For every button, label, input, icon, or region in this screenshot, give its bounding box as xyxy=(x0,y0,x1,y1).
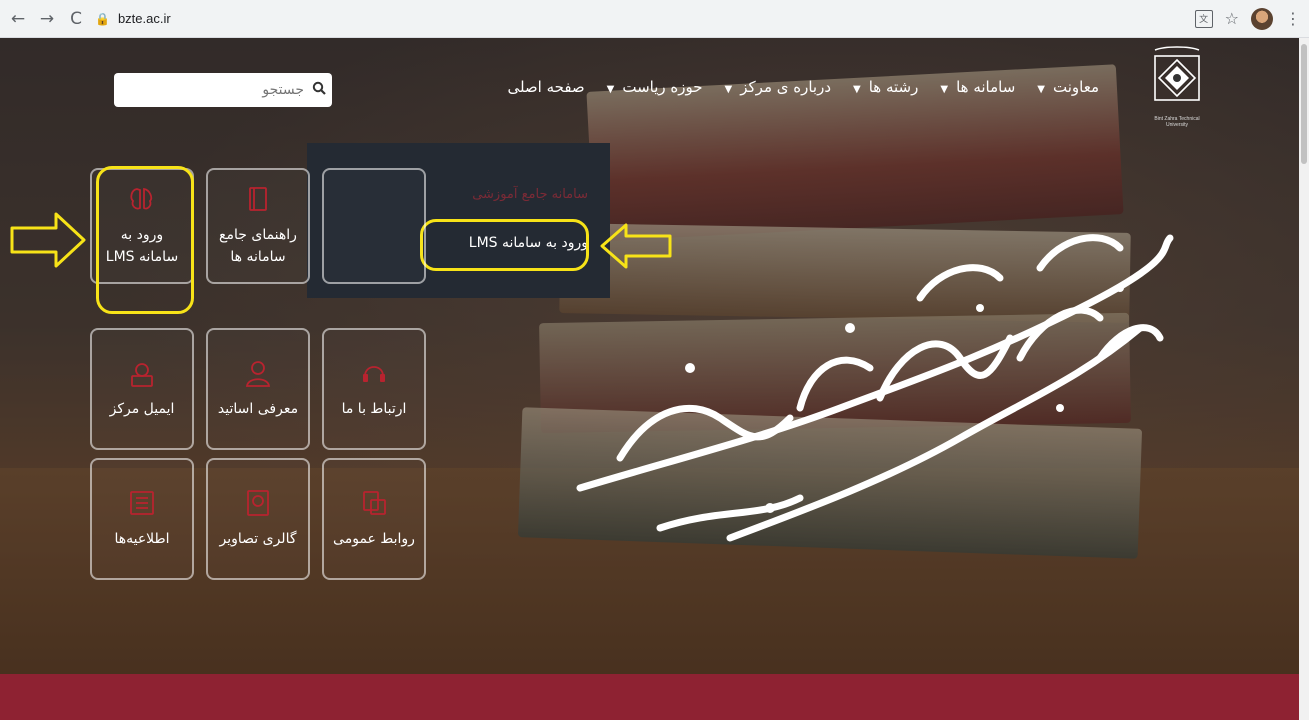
lms-tile-highlight xyxy=(96,166,194,314)
footer-band xyxy=(0,674,1299,720)
document-icon xyxy=(363,491,386,515)
book-icon xyxy=(249,187,267,211)
tile-gallery[interactable]: گالری تصاویر xyxy=(206,458,310,580)
chevron-down-icon: ▼ xyxy=(1037,84,1045,95)
tile-systems-guide[interactable]: راهنمای جامع سامانه ها xyxy=(206,168,310,284)
tile-label-line1: گالری تصاویر xyxy=(219,531,297,547)
url-text: bzte.ac.ir xyxy=(117,11,171,26)
tile-label-line1: ارتباط با ما xyxy=(341,401,407,417)
logo-caption: Bint Zahra Technical University xyxy=(1154,116,1199,128)
tile-label-line1: راهنمای جامع xyxy=(219,227,297,243)
tile-contact-us[interactable]: ارتباط با ما xyxy=(322,328,426,450)
tile-faculty[interactable]: معرفی اساتید xyxy=(206,328,310,450)
address-bar[interactable]: 🔒 bzte.ac.ir xyxy=(95,6,171,32)
page-scrollbar[interactable] xyxy=(1299,38,1309,720)
profile-avatar[interactable] xyxy=(1251,7,1273,30)
search-icon[interactable] xyxy=(306,81,332,99)
image-icon xyxy=(247,490,269,516)
nav-majors[interactable]: رشته ها ▼ xyxy=(853,78,918,96)
chevron-down-icon: ▼ xyxy=(724,84,733,95)
tile-label: راهنمای جامع سامانه ها xyxy=(219,224,297,268)
reload-icon[interactable]: C xyxy=(65,8,87,30)
tile-label-line1: معرفی اساتید xyxy=(217,401,299,417)
nav-deputy[interactable]: معاونت ▼ xyxy=(1037,78,1099,96)
logo-caption-line2: University xyxy=(1166,122,1188,128)
arrow-left-icon xyxy=(600,223,672,269)
lms-link-highlight xyxy=(420,219,589,271)
nav-presidency-label: حوزه ریاست xyxy=(622,78,703,96)
bookmark-star-icon[interactable]: ☆ xyxy=(1225,9,1239,28)
tile-public-relations[interactable]: روابط عمومی xyxy=(322,458,426,580)
nav-home-label: صفحه اصلی xyxy=(507,78,585,96)
chevron-down-icon: ▼ xyxy=(853,84,861,95)
tile-hidden[interactable] xyxy=(322,168,426,284)
nav-about-label: درباره ی مرکز xyxy=(740,78,832,96)
list-icon xyxy=(130,491,154,515)
tile-label-line1: اطلاعیه‌ها xyxy=(114,531,170,547)
search-input[interactable] xyxy=(142,75,306,105)
university-logo[interactable]: Bint Zahra Technical University xyxy=(1148,44,1206,144)
toolbar-right: 文 ☆ ⋮ xyxy=(1194,0,1301,37)
tile-label: اطلاعیه‌ها xyxy=(114,528,169,550)
tile-label-line1: ایمیل مرکز xyxy=(109,401,175,417)
page-viewport: Bint Zahra Technical University صفحه اصل… xyxy=(0,38,1299,720)
search-box xyxy=(114,73,332,107)
translate-icon[interactable]: 文 xyxy=(1194,9,1213,28)
nav-about[interactable]: درباره ی مرکز ▼ xyxy=(725,78,831,96)
nav-deputy-label: معاونت xyxy=(1053,78,1099,96)
chevron-down-icon: ▼ xyxy=(940,84,949,95)
chevron-down-icon: ▼ xyxy=(606,84,615,95)
nav-presidency[interactable]: حوزه ریاست ▼ xyxy=(607,78,703,96)
user-icon xyxy=(245,361,271,387)
main-nav: صفحه اصلی حوزه ریاست ▼ درباره ی مرکز ▼ رشت… xyxy=(507,78,1099,96)
nav-systems-label: سامانه ها xyxy=(956,78,1016,96)
tile-center-email[interactable]: ایمیل مرکز xyxy=(90,328,194,450)
tile-label: گالری تصاویر xyxy=(219,528,296,550)
tile-label-line2: سامانه ها xyxy=(230,249,286,265)
email-icon xyxy=(131,363,153,387)
nav-home[interactable]: صفحه اصلی xyxy=(507,78,584,96)
nav-majors-label: رشته ها xyxy=(868,78,919,96)
forward-icon[interactable]: → xyxy=(36,8,58,30)
tile-label: ارتباط با ما xyxy=(342,398,407,420)
scrollbar-thumb[interactable] xyxy=(1301,44,1307,164)
tile-label: روابط عمومی xyxy=(333,528,415,550)
nav-systems[interactable]: سامانه ها ▼ xyxy=(940,78,1015,96)
tile-announcements[interactable]: اطلاعیه‌ها xyxy=(90,458,194,580)
dropdown-heading: سامانه جامع آموزشی xyxy=(472,187,588,202)
tile-label-line1: روابط عمومی xyxy=(333,531,415,547)
browser-toolbar: ← → C 🔒 bzte.ac.ir 文 ☆ ⋮ xyxy=(0,0,1309,38)
tile-label: ایمیل مرکز xyxy=(110,398,175,420)
back-icon[interactable]: ← xyxy=(7,8,29,30)
headset-icon xyxy=(363,366,385,382)
tile-label: معرفی اساتید xyxy=(218,398,298,420)
menu-kebab-icon[interactable]: ⋮ xyxy=(1285,9,1301,28)
arrow-right-icon xyxy=(10,212,86,268)
logo-emblem-icon xyxy=(1154,46,1200,101)
lock-icon: 🔒 xyxy=(95,11,110,26)
